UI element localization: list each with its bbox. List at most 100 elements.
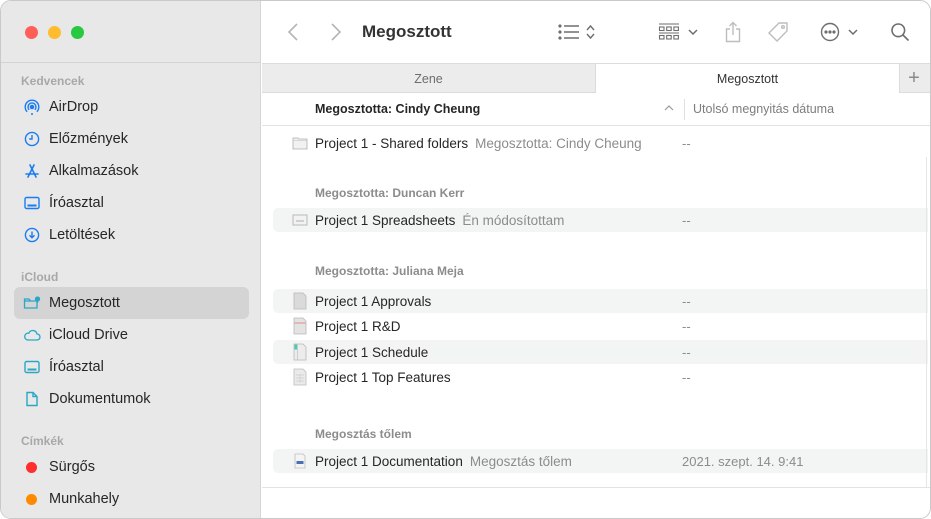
minimize-button[interactable] (48, 26, 61, 39)
new-tab-button[interactable]: + (898, 64, 930, 93)
list-item[interactable]: Project 1 Approvals -- (273, 289, 928, 313)
shared-folder-icon (23, 294, 41, 312)
file-date: 2021. szept. 14. 9:41 (682, 453, 804, 469)
sidebar-item-label: Dokumentumok (49, 391, 151, 407)
file-name: Project 1 - Shared folders (315, 135, 469, 151)
sidebar-item-label: Íróasztal (49, 359, 104, 375)
list-end-divider (262, 487, 930, 488)
sidebar-tag-urgent[interactable]: Sürgős (14, 451, 249, 483)
file-share-info: Megosztotta: Cindy Cheung (475, 135, 642, 151)
close-button[interactable] (25, 26, 38, 39)
sidebar-item-downloads[interactable]: Letöltések (14, 219, 249, 251)
list-item[interactable]: Project 1 R&D -- (273, 314, 928, 338)
tag-icon (768, 22, 788, 42)
list-item[interactable]: Project 1 Documentation Megosztás tőlem … (273, 449, 928, 473)
sidebar-item-shared[interactable]: Megosztott (14, 287, 249, 319)
file-date: -- (682, 344, 691, 360)
zoom-button[interactable] (71, 26, 84, 39)
desktop-icon (23, 358, 41, 376)
desktop-icon (23, 194, 41, 212)
sidebar-item-documents[interactable]: Dokumentumok (14, 383, 249, 415)
column-header: Megosztotta: Cindy Cheung Utolsó megnyit… (262, 93, 930, 126)
sidebar-item-label: Letöltések (49, 227, 116, 243)
search-button[interactable] (888, 19, 912, 45)
file-share-info: Én módosítottam (462, 212, 565, 228)
column-separator[interactable] (684, 99, 685, 120)
sidebar-section-tags: Címkék (21, 434, 64, 448)
sidebar-item-label: AirDrop (49, 99, 99, 115)
toolbar: Megosztott (262, 1, 930, 63)
tab-bar: Zene Megosztott + (262, 63, 930, 93)
sidebar-item-label: Előzmények (49, 131, 128, 147)
file-name: Project 1 Approvals (315, 293, 432, 309)
sidebar-tag-work[interactable]: Munkahely (14, 483, 249, 515)
chevron-down-icon (688, 29, 698, 35)
share-icon (725, 21, 741, 43)
sidebar-item-label: Íróasztal (49, 195, 104, 211)
sidebar-item-icloud-drive[interactable]: iCloud Drive (14, 319, 249, 351)
schedule-doc-icon (293, 343, 307, 361)
cloud-icon (23, 326, 41, 344)
view-options-button[interactable] (554, 19, 598, 45)
list-item[interactable]: Project 1 Spreadsheets Én módosítottam -… (273, 208, 928, 232)
chevron-right-icon (331, 23, 342, 41)
sidebar-item-airdrop[interactable]: AirDrop (14, 91, 249, 123)
red-tag-dot-icon (26, 461, 37, 473)
tag-button[interactable] (765, 19, 791, 45)
clock-icon (23, 130, 41, 148)
sidebar-item-label: Megosztott (49, 295, 120, 311)
chevron-down-icon (848, 29, 858, 35)
table-doc-icon (293, 368, 307, 386)
sort-ascending-icon[interactable] (664, 102, 674, 114)
sidebar-item-applications[interactable]: Alkalmazások (14, 155, 249, 187)
forward-button[interactable] (325, 19, 347, 45)
list-item[interactable]: Project 1 Top Features -- (273, 365, 928, 389)
column-date-header[interactable]: Utolsó megnyitás dátuma (693, 102, 834, 116)
tab-music[interactable]: Zene (262, 64, 595, 93)
sidebar-item-label: iCloud Drive (49, 327, 128, 343)
back-button[interactable] (282, 19, 304, 45)
sidebar-item-icloud-desktop[interactable]: Íróasztal (14, 351, 249, 383)
file-name: Project 1 R&D (315, 318, 401, 334)
window-title: Megosztott (362, 22, 452, 41)
list-view-icon (557, 24, 579, 40)
applications-icon (23, 162, 41, 180)
ellipsis-circle-icon (820, 22, 840, 42)
search-icon (891, 23, 910, 42)
download-icon (23, 226, 41, 244)
file-name: Project 1 Schedule (315, 344, 429, 360)
window-controls (25, 26, 84, 39)
tab-shared[interactable]: Megosztott (595, 64, 900, 93)
file-share-info: Megosztás tőlem (469, 453, 572, 469)
file-name: Project 1 Documentation (315, 453, 463, 469)
chevron-left-icon (287, 23, 298, 41)
sidebar-item-label: Munkahely (49, 491, 120, 507)
sidebar-item-label: Sürgős (49, 459, 95, 475)
vertical-scrollbar[interactable] (926, 157, 930, 487)
group-header: Megosztás tőlem (315, 427, 412, 441)
plain-doc-icon (293, 292, 307, 310)
more-actions-button[interactable] (817, 19, 861, 45)
text-doc-icon (294, 453, 306, 469)
list-item[interactable]: Project 1 Schedule -- (273, 340, 928, 364)
sidebar-item-desktop[interactable]: Íróasztal (14, 187, 249, 219)
sidebar-section-favorites: Kedvencek (21, 74, 85, 88)
group-header: Megosztotta: Duncan Kerr (315, 186, 465, 200)
spreadsheet-doc-icon (292, 214, 308, 226)
file-name: Project 1 Spreadsheets (315, 212, 456, 228)
share-button[interactable] (721, 19, 745, 45)
group-button[interactable] (656, 19, 700, 45)
sidebar: Kedvencek AirDrop Előzmények Alkalmazáso… (1, 1, 261, 518)
file-date: -- (682, 212, 691, 228)
file-date: -- (682, 135, 691, 151)
sidebar-item-recents[interactable]: Előzmények (14, 123, 249, 155)
icon-grid-icon (658, 23, 679, 40)
column-name-header[interactable]: Megosztotta: Cindy Cheung (315, 102, 480, 116)
file-name: Project 1 Top Features (315, 369, 451, 385)
document-icon (23, 390, 41, 408)
finder-window: Kedvencek AirDrop Előzmények Alkalmazáso… (0, 0, 931, 519)
list-item[interactable]: Project 1 - Shared folders Megosztotta: … (273, 131, 928, 155)
up-down-chevron-icon (585, 24, 595, 40)
sidebar-item-label: Alkalmazások (49, 163, 139, 179)
folder-doc-icon (292, 137, 308, 150)
